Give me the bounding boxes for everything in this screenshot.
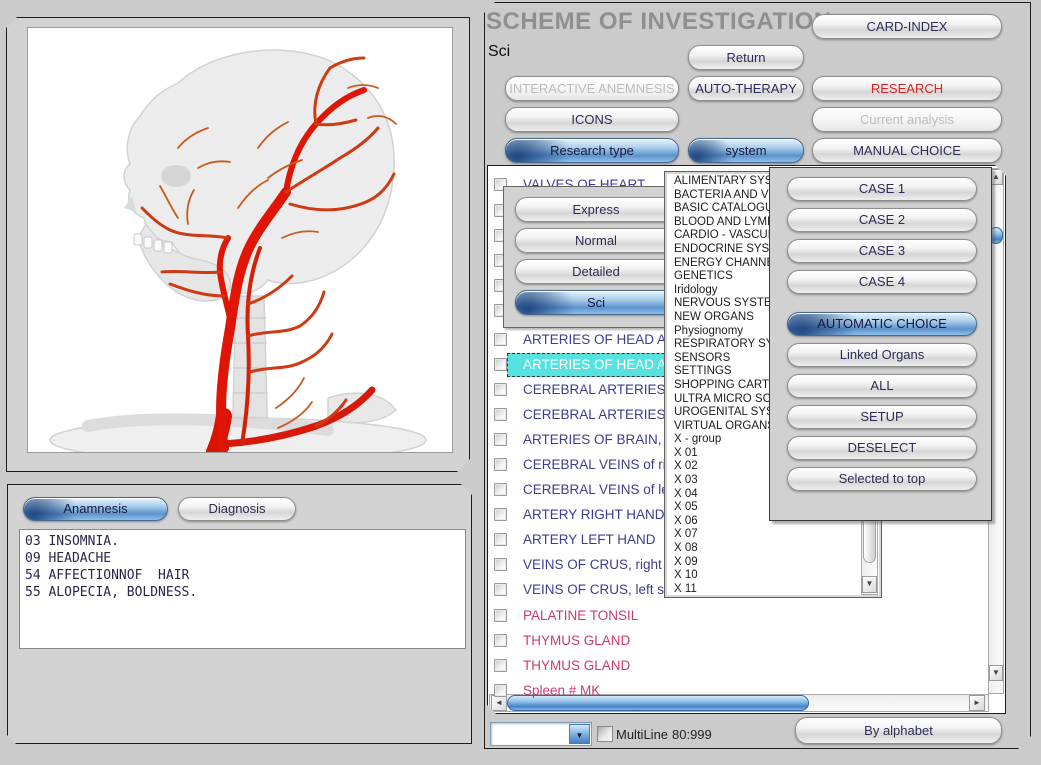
row-checkbox[interactable]	[494, 583, 507, 596]
row-checkbox[interactable]	[494, 634, 507, 647]
system-dropdown-item[interactable]: X 08	[667, 542, 862, 556]
row-checkbox[interactable]	[494, 383, 507, 396]
row-checkbox[interactable]	[494, 358, 507, 371]
return-button[interactable]: Return	[688, 45, 804, 70]
list-item[interactable]: Spleen # MK	[488, 683, 1005, 707]
case-panel-button-all[interactable]: ALL	[787, 374, 977, 398]
list-item[interactable]: THYMUS GLAND	[488, 633, 1005, 657]
case-panel-button-automatic-choice[interactable]: AUTOMATIC CHOICE	[787, 312, 977, 336]
anamnesis-line: 55 ALOPECIA, BOLDNESS.	[25, 584, 465, 601]
row-checkbox[interactable]	[494, 684, 507, 697]
case-panel-button-selected-to-top[interactable]: Selected to top	[787, 467, 977, 491]
row-checkbox[interactable]	[494, 408, 507, 421]
multiline-label: MultiLine	[616, 727, 668, 742]
row-checkbox[interactable]	[494, 483, 507, 496]
row-checkbox[interactable]	[494, 333, 507, 346]
case-panel-button-case-1[interactable]: CASE 1	[787, 177, 977, 201]
system-dropdown-item[interactable]: X 10	[667, 569, 862, 583]
row-checkbox[interactable]	[494, 508, 507, 521]
list-item-label: VEINS OF CRUS, right s	[523, 557, 672, 572]
list-item-label: CEREBRAL ARTERIES, la	[523, 407, 684, 422]
case-panel-button-case-4[interactable]: CASE 4	[787, 270, 977, 294]
list-item-label: PALATINE TONSIL	[523, 608, 638, 623]
row-checkbox[interactable]	[494, 609, 507, 622]
page-title: SCHEME OF INVESTIGATION	[486, 8, 832, 36]
system-dropdown-item[interactable]: X 11	[667, 583, 862, 597]
list-item-label: ARTERY RIGHT HAND	[523, 507, 665, 522]
list-counter: 80:999	[672, 727, 712, 742]
anatomy-image-frame	[27, 27, 453, 453]
row-checkbox[interactable]	[494, 558, 507, 571]
interactive-anamnesis-button: INTERACTIVE ANEMNESIS	[505, 76, 679, 101]
list-item-label: CEREBRAL VEINS of righ	[523, 457, 681, 472]
row-checkbox[interactable]	[494, 458, 507, 471]
system-dropdown-item[interactable]: X 07	[667, 528, 862, 542]
case-panel-button-linked-organs[interactable]: Linked Organs	[787, 343, 977, 367]
anatomy-panel	[6, 17, 470, 472]
anamnesis-panel: Anamnesis Diagnosis 03 INSOMNIA.09 HEADA…	[7, 484, 472, 744]
list-item[interactable]: PALATINE TONSIL	[488, 608, 1005, 632]
system-dropdown-item[interactable]: X 09	[667, 556, 862, 570]
list-item-label: Spleen # MK	[523, 683, 600, 698]
list-item-label: THYMUS GLAND	[523, 633, 630, 648]
app-window: Anamnesis Diagnosis 03 INSOMNIA.09 HEADA…	[0, 0, 1041, 765]
list-item-label: CEREBRAL VEINS of left	[523, 482, 676, 497]
list-item-label: ARTERIES OF HEAD AND	[523, 332, 686, 347]
multiline-checkbox[interactable]	[597, 726, 613, 742]
dropdown-scroll-down-icon[interactable]: ▼	[862, 576, 877, 593]
manual-choice-button[interactable]: MANUAL CHOICE	[812, 138, 1002, 163]
icons-button[interactable]: ICONS	[505, 107, 679, 132]
research-button[interactable]: RESEARCH	[812, 76, 1002, 101]
scheme-mode-label: Sci	[488, 43, 510, 61]
list-item-label: ARTERY LEFT HAND	[523, 532, 656, 547]
row-checkbox[interactable]	[494, 533, 507, 546]
anamnesis-text-area[interactable]: 03 INSOMNIA.09 HEADACHE54 AFFECTIONNOF H…	[19, 529, 466, 649]
list-item-label: ARTERIES OF BRAIN, VI	[523, 432, 678, 447]
research-type-option-express[interactable]: Express	[515, 197, 677, 222]
research-type-button[interactable]: Research type	[505, 138, 679, 163]
case-panel-button-case-3[interactable]: CASE 3	[787, 239, 977, 263]
list-item-label: CEREBRAL ARTERIES, la	[523, 382, 684, 397]
list-item-label: ARTERIES OF HEAD AND	[523, 357, 686, 372]
list-item-label: VEINS OF CRUS, left sid	[523, 582, 675, 597]
current-analysis-button: Current analysis	[812, 107, 1002, 132]
research-type-option-detailed[interactable]: Detailed	[515, 259, 677, 284]
filter-combobox[interactable]: ▼	[490, 722, 592, 746]
card-index-button[interactable]: CARD-INDEX	[812, 14, 1002, 39]
list-item[interactable]: THYMUS GLAND	[488, 658, 1005, 682]
case-panel-button-setup[interactable]: SETUP	[787, 405, 977, 429]
row-checkbox[interactable]	[494, 659, 507, 672]
anamnesis-line: 03 INSOMNIA.	[25, 533, 465, 550]
anamnesis-line: 09 HEADACHE	[25, 550, 465, 567]
auto-therapy-button[interactable]: AUTO-THERAPY	[688, 76, 804, 101]
case-panel-button-case-2[interactable]: CASE 2	[787, 208, 977, 232]
combobox-arrow-icon[interactable]: ▼	[569, 724, 590, 744]
by-alphabet-button[interactable]: By alphabet	[795, 717, 1002, 744]
anamnesis-line: 54 AFFECTIONNOF HAIR	[25, 567, 465, 584]
list-item-label: THYMUS GLAND	[523, 658, 630, 673]
case-panel: CASE 1 CASE 2 CASE 3 CASE 4 AUTOMATIC CHOICE…	[769, 167, 992, 521]
research-type-option-normal[interactable]: Normal	[515, 228, 677, 253]
row-checkbox[interactable]	[494, 433, 507, 446]
research-type-popup: Express Normal Detailed Sci	[503, 186, 683, 328]
tab-anamnesis[interactable]: Anamnesis	[23, 497, 168, 521]
head-neck-arteries-image	[28, 28, 452, 452]
system-button[interactable]: system	[688, 138, 804, 163]
research-type-option-sci[interactable]: Sci	[515, 290, 677, 315]
tab-diagnosis[interactable]: Diagnosis	[178, 497, 296, 521]
case-panel-button-deselect[interactable]: DESELECT	[787, 436, 977, 460]
